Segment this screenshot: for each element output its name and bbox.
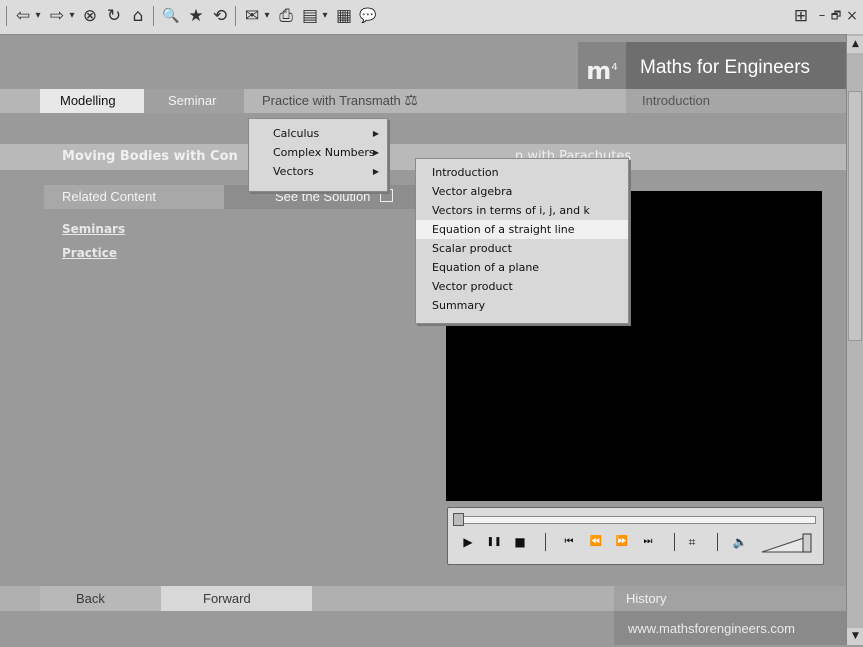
menu-item-label: Vectors [273, 165, 314, 178]
transmath-icon: ⚖ [404, 92, 418, 109]
close-icon[interactable]: × [845, 5, 859, 27]
logo-text: m [586, 57, 612, 85]
favorites-icon[interactable]: ★ [186, 5, 206, 27]
lesson-title: Moving Bodies with Con [62, 149, 238, 164]
submenu-item-summary[interactable]: Summary [416, 296, 628, 315]
edit-dropdown-icon[interactable]: ▾ [320, 5, 330, 27]
logo-superscript: 4 [611, 62, 618, 73]
chapters-icon[interactable]: ⌗ [683, 532, 701, 552]
browser-toolbar: ⇦ ▾ ⇨ ▾ ⊗ ↻ ⌂ 🔍 ★ ⟲ ✉ ▾ ⎙ ▤ ▾ ▦ 💬 ⊞ – 🗗 … [0, 0, 863, 35]
volume-slider[interactable] [760, 532, 812, 554]
menu-item-label: Calculus [273, 127, 320, 140]
skip-end-icon[interactable]: ⏭ [639, 532, 657, 552]
submenu-item-vector-algebra[interactable]: Vector algebra [416, 182, 628, 201]
submenu-arrow-icon: ▶ [372, 148, 379, 157]
seek-bar[interactable] [454, 516, 816, 524]
mail-dropdown-icon[interactable]: ▾ [262, 5, 272, 27]
forward-arrow-icon[interactable]: ⇨ [48, 5, 66, 27]
scroll-up-icon[interactable]: ▲ [847, 36, 863, 53]
rewind-icon[interactable]: ⏪ [587, 532, 605, 552]
mail-icon[interactable]: ✉ [242, 5, 262, 27]
volume-icon[interactable]: 🔈 [730, 532, 750, 552]
toolbar-separator [235, 6, 236, 26]
fast-forward-icon[interactable]: ⏩ [613, 532, 631, 552]
scroll-down-icon[interactable]: ▼ [847, 628, 863, 645]
discuss-icon[interactable]: ▦ [334, 5, 354, 27]
edit-icon[interactable]: ▤ [300, 5, 320, 27]
submenu-item-vector-product[interactable]: Vector product [416, 277, 628, 296]
tab-modelling[interactable]: Modelling [40, 89, 144, 113]
forward-dropdown-icon[interactable]: ▾ [67, 5, 77, 27]
menu-item-vectors[interactable]: Vectors ▶ [249, 163, 387, 181]
submenu-item-vectors-ijk[interactable]: Vectors in terms of i, j, and k [416, 201, 628, 220]
scroll-thumb[interactable] [848, 91, 862, 341]
menu-item-complex-numbers[interactable]: Complex Numbers ▶ [249, 144, 387, 162]
tab-practice-with-transmath[interactable]: Practice with Transmath ⚖ [262, 89, 418, 113]
print-icon[interactable]: ⎙ [276, 5, 296, 27]
search-icon[interactable]: 🔍 [160, 5, 182, 27]
history-button[interactable]: History [614, 586, 846, 611]
link-seminars[interactable]: Seminars [62, 222, 125, 236]
messenger-icon[interactable]: 💬 [358, 5, 378, 27]
menu-item-calculus[interactable]: Calculus ▶ [249, 125, 387, 143]
player-separator [717, 533, 718, 551]
tab-practice-label: Practice with Transmath [262, 93, 401, 108]
play-icon[interactable]: ▶ [459, 532, 477, 552]
practice-menu: Calculus ▶ Complex Numbers ▶ Vectors ▶ [248, 118, 388, 192]
submenu-item-scalar-product[interactable]: Scalar product [416, 239, 628, 258]
player-separator [674, 533, 675, 551]
stop-icon[interactable]: ⊗ [80, 5, 100, 27]
submenu-item-introduction[interactable]: Introduction [416, 163, 628, 182]
submenu-item-equation-straight-line[interactable]: Equation of a straight line [416, 220, 628, 239]
submenu-item-equation-plane[interactable]: Equation of a plane [416, 258, 628, 277]
submenu-arrow-icon: ▶ [372, 129, 379, 138]
site-brand: Maths for Engineers [626, 42, 846, 94]
link-practice[interactable]: Practice [62, 246, 117, 260]
skip-start-icon[interactable]: ⏮ [560, 532, 578, 552]
pause-icon[interactable]: ❚❚ [485, 532, 503, 552]
site-url[interactable]: www.mathsforengineers.com [614, 611, 846, 645]
vertical-scrollbar[interactable]: ▲ ▼ [846, 34, 863, 645]
related-content-heading: Related Content [44, 185, 224, 209]
menu-item-label: Complex Numbers [273, 146, 375, 159]
m4-logo: m4 [578, 42, 626, 94]
player-separator [545, 533, 546, 551]
history-icon[interactable]: ⟲ [210, 5, 230, 27]
submenu-arrow-icon: ▶ [372, 167, 379, 176]
tab-introduction[interactable]: Introduction [626, 89, 846, 113]
seek-thumb[interactable] [453, 513, 464, 526]
toolbar-separator [153, 6, 154, 26]
back-arrow-icon[interactable]: ⇦ [14, 5, 32, 27]
back-button[interactable]: Back [40, 586, 161, 611]
toolbar-separator [6, 6, 7, 26]
minimize-icon[interactable]: – [816, 5, 828, 27]
back-dropdown-icon[interactable]: ▾ [33, 5, 43, 27]
home-icon[interactable]: ⌂ [128, 5, 148, 27]
stop-icon[interactable]: ■ [511, 532, 529, 552]
windows-logo-icon: ⊞ [793, 6, 809, 26]
vectors-submenu: Introduction Vector algebra Vectors in t… [415, 158, 629, 324]
restore-icon[interactable]: 🗗 [829, 5, 843, 27]
refresh-icon[interactable]: ↻ [104, 5, 124, 27]
forward-button[interactable]: Forward [161, 586, 312, 611]
tab-seminar[interactable]: Seminar [144, 89, 244, 113]
